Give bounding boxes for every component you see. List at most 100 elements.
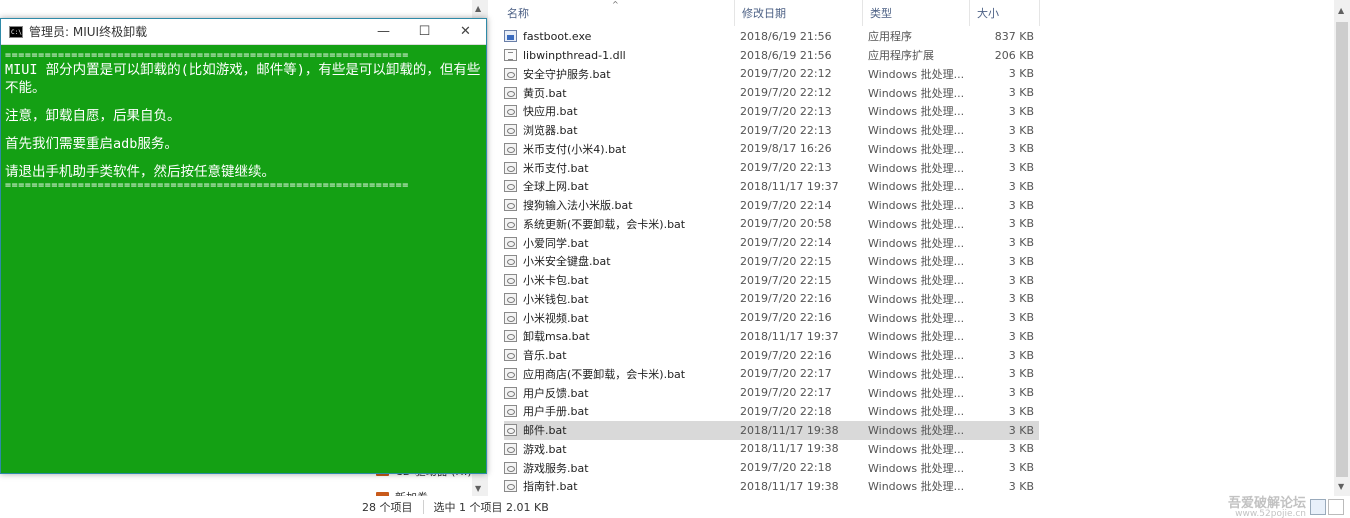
console-line: MIUI 部分内置是可以卸载的(比如游戏，邮件等)，有些是可以卸载的，但有些不能…	[5, 62, 481, 96]
file-list-scrollbar[interactable]: ▲ ▼	[1334, 0, 1350, 496]
status-divider	[422, 500, 424, 514]
table-row[interactable]: 浏览器.bat 2019/7/20 22:13 Windows 批处理... 3 KB	[504, 121, 1039, 140]
table-row[interactable]: 卸载msa.bat 2018/11/17 19:37 Windows 批处理... 3…	[504, 327, 1039, 346]
column-size[interactable]: 大小	[970, 0, 1040, 26]
scroll-up-icon[interactable]: ▲	[475, 4, 481, 13]
file-date: 2018/11/17 19:37	[740, 329, 839, 343]
file-date: 2018/11/17 19:38	[740, 423, 839, 437]
table-row[interactable]: libwinpthread-1.dll 2018/6/19 21:56 应用程序扩展…	[504, 46, 1039, 65]
table-row[interactable]: 黄页.bat 2019/7/20 22:12 Windows 批处理... 3 KB	[504, 83, 1039, 102]
table-row[interactable]: 应用商店(不要卸载，会卡米).bat 2019/7/20 22:17 Windows…	[504, 365, 1039, 384]
scroll-up-icon[interactable]: ▲	[1338, 6, 1344, 15]
console-separator: ========================================…	[5, 51, 409, 61]
table-row[interactable]: 音乐.bat 2019/7/20 22:16 Windows 批处理... 3 KB	[504, 346, 1039, 365]
file-name-cell: 小米安全键盘.bat	[504, 253, 735, 269]
scroll-down-icon[interactable]: ▼	[475, 484, 481, 493]
file-name: 搜狗输入法小米版.bat	[523, 199, 633, 213]
file-name-cell: 用户手册.bat	[504, 403, 735, 419]
file-name-cell: 邮件.bat	[504, 422, 735, 438]
table-row[interactable]: 搜狗输入法小米版.bat 2019/7/20 22:14 Windows 批处理..…	[504, 196, 1039, 215]
table-row[interactable]: 小米卡包.bat 2019/7/20 22:15 Windows 批处理... 3 K…	[504, 271, 1039, 290]
file-name-cell: 小米卡包.bat	[504, 272, 735, 288]
file-size: 837 KB	[994, 29, 1034, 43]
table-row[interactable]: 安全守护服务.bat 2019/7/20 22:12 Windows 批处理... 3…	[504, 65, 1039, 84]
file-name: 安全守护服务.bat	[523, 67, 611, 81]
file-size: 3 KB	[1008, 404, 1034, 418]
file-name-cell: 游戏服务.bat	[504, 460, 735, 476]
file-name: 快应用.bat	[523, 105, 578, 119]
file-type: 应用程序扩展	[868, 49, 934, 63]
file-size: 3 KB	[1008, 254, 1034, 268]
details-view-icon[interactable]	[1310, 499, 1326, 515]
console-output[interactable]: ========================================…	[1, 45, 486, 191]
column-name[interactable]: ^ 名称	[492, 0, 735, 26]
file-date: 2019/7/20 22:16	[740, 311, 832, 325]
table-row[interactable]: 小米钱包.bat 2019/7/20 22:16 Windows 批处理... 3 K…	[504, 290, 1039, 309]
file-name-cell: 卸载msa.bat	[504, 328, 735, 344]
large-icons-view-icon[interactable]	[1328, 499, 1344, 515]
minimize-button[interactable]: —	[363, 19, 404, 45]
table-row[interactable]: 小米视频.bat 2019/7/20 22:16 Windows 批处理... 3 K…	[504, 308, 1039, 327]
table-row[interactable]: 全球上网.bat 2018/11/17 19:37 Windows 批处理... 3 …	[504, 177, 1039, 196]
maximize-button[interactable]: ☐	[404, 19, 445, 45]
dll-file-icon	[504, 49, 517, 62]
bat-file-icon	[504, 424, 517, 437]
bat-file-icon	[504, 292, 517, 305]
bat-file-icon	[504, 274, 517, 287]
console-titlebar[interactable]: C:\ 管理员: MIUI终极卸载 — ☐ ✕	[1, 19, 486, 45]
file-type: Windows 批处理...	[868, 124, 965, 138]
file-size: 3 KB	[1008, 292, 1034, 306]
table-row[interactable]: 邮件.bat 2018/11/17 19:38 Windows 批处理... 3 KB	[504, 420, 1039, 440]
column-date[interactable]: 修改日期	[735, 0, 863, 26]
table-row[interactable]: 用户反馈.bat 2019/7/20 22:17 Windows 批处理... 3 K…	[504, 383, 1039, 402]
file-size: 3 KB	[1008, 386, 1034, 400]
table-row[interactable]: 游戏.bat 2018/11/17 19:38 Windows 批处理... 3 KB	[504, 440, 1039, 459]
table-row[interactable]: 系统更新(不要卸载，会卡米).bat 2019/7/20 20:58 Windows…	[504, 215, 1039, 234]
file-name-cell: 安全守护服务.bat	[504, 66, 735, 82]
file-size: 3 KB	[1008, 236, 1034, 250]
file-date: 2019/7/20 22:12	[740, 86, 832, 100]
file-date: 2019/7/20 22:13	[740, 161, 832, 175]
file-name-cell: 系统更新(不要卸载，会卡米).bat	[504, 216, 735, 232]
file-date: 2019/7/20 22:12	[740, 67, 832, 81]
file-type: Windows 批处理...	[868, 405, 965, 419]
file-date: 2019/7/20 22:14	[740, 198, 832, 212]
table-row[interactable]: 游戏服务.bat 2019/7/20 22:18 Windows 批处理... 3 K…	[504, 458, 1039, 477]
table-row[interactable]: 小爱同学.bat 2019/7/20 22:14 Windows 批处理... 3 K…	[504, 233, 1039, 252]
exe-file-icon	[504, 30, 517, 43]
file-name: 用户反馈.bat	[523, 386, 589, 400]
console-window[interactable]: C:\ 管理员: MIUI终极卸载 — ☐ ✕ ================…	[0, 18, 487, 474]
console-line: 注意，卸载自愿，后果自负。	[5, 108, 181, 124]
column-type[interactable]: 类型	[863, 0, 970, 26]
table-row[interactable]: 米币支付.bat 2019/7/20 22:13 Windows 批处理... 3 K…	[504, 158, 1039, 177]
file-date: 2019/7/20 22:15	[740, 273, 832, 287]
table-row[interactable]: 小米安全键盘.bat 2019/7/20 22:15 Windows 批处理... 3…	[504, 252, 1039, 271]
scroll-down-icon[interactable]: ▼	[1338, 482, 1344, 491]
table-row[interactable]: fastboot.exe 2018/6/19 21:56 应用程序 837 KB	[504, 27, 1039, 46]
file-name: 小米钱包.bat	[523, 292, 589, 306]
file-name-cell: 小米视频.bat	[504, 310, 735, 326]
bat-file-icon	[504, 180, 517, 193]
file-date: 2019/7/20 22:17	[740, 367, 832, 381]
table-row[interactable]: 快应用.bat 2019/7/20 22:13 Windows 批处理... 3 KB	[504, 102, 1039, 121]
table-row[interactable]: 用户手册.bat 2019/7/20 22:18 Windows 批处理... 3 K…	[504, 402, 1039, 421]
file-name-cell: 小爱同学.bat	[504, 235, 735, 251]
file-name-cell: 应用商店(不要卸载，会卡米).bat	[504, 366, 735, 382]
table-row[interactable]: 米币支付(小米4).bat 2019/8/17 16:26 Windows 批处理.…	[504, 140, 1039, 159]
file-size: 3 KB	[1008, 179, 1034, 193]
table-row[interactable]: 指南针.bat 2018/11/17 19:38 Windows 批处理... 3 K…	[504, 477, 1039, 496]
file-size: 3 KB	[1008, 348, 1034, 362]
scrollbar-thumb[interactable]	[1336, 22, 1348, 477]
close-button[interactable]: ✕	[445, 19, 486, 45]
file-name: fastboot.exe	[523, 29, 592, 43]
file-name-cell: 游戏.bat	[504, 441, 735, 457]
file-date: 2019/7/20 22:14	[740, 236, 832, 250]
file-type: Windows 批处理...	[868, 161, 965, 175]
file-date: 2018/6/19 21:56	[740, 29, 832, 43]
console-line: 请退出手机助手类软件，然后按任意键继续。	[5, 164, 275, 180]
file-type: Windows 批处理...	[868, 67, 965, 81]
file-type: Windows 批处理...	[868, 461, 965, 475]
file-name: 小米卡包.bat	[523, 274, 589, 288]
console-title: 管理员: MIUI终极卸载	[29, 25, 148, 39]
watermark-title: 吾爱破解论坛	[1227, 496, 1306, 511]
